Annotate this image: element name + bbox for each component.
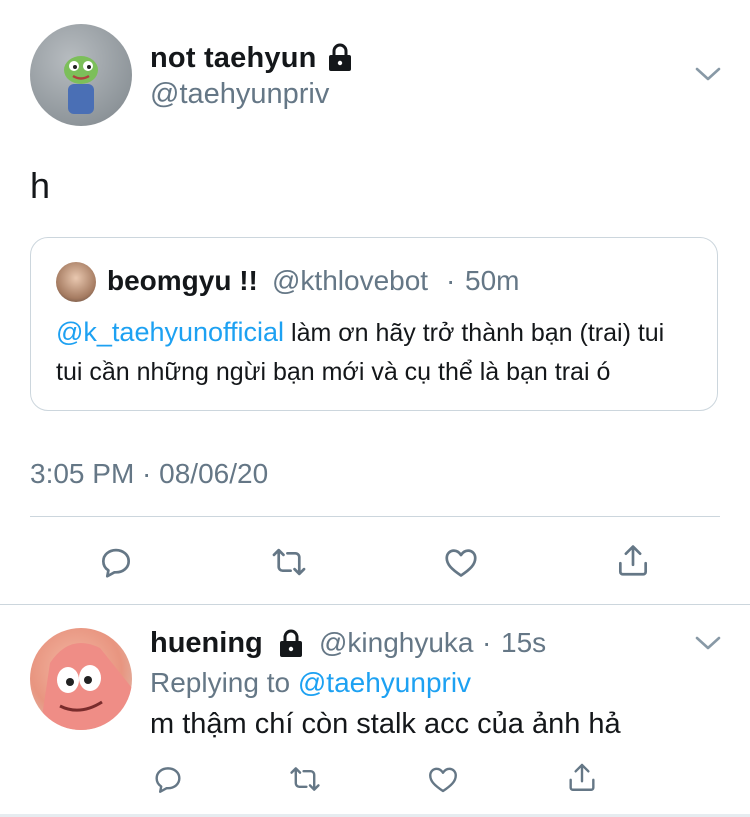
share-icon[interactable] bbox=[614, 541, 652, 579]
quoted-author-name[interactable]: beomgyu !! bbox=[107, 265, 258, 297]
reply-author-avatar[interactable] bbox=[30, 628, 132, 730]
replying-prefix: Replying to bbox=[150, 667, 298, 698]
reply-icon[interactable] bbox=[97, 543, 135, 581]
lock-icon bbox=[327, 42, 353, 72]
quoted-mention-link[interactable]: @k_taehyunofficial bbox=[56, 317, 284, 347]
quoted-time: 50m bbox=[465, 265, 520, 296]
lock-icon bbox=[278, 628, 304, 658]
quoted-author-avatar[interactable] bbox=[56, 262, 96, 302]
replying-to-line: Replying to @taehyunpriv bbox=[150, 667, 471, 699]
reply-author-name[interactable]: huening bbox=[150, 627, 263, 660]
author-avatar[interactable] bbox=[30, 24, 132, 126]
reply-icon[interactable] bbox=[151, 762, 185, 796]
author-name[interactable]: not taehyun bbox=[150, 42, 317, 75]
quoted-text-rest: làm ơn hãy trở thành bạn (trai) tui bbox=[284, 319, 665, 347]
like-icon[interactable] bbox=[426, 762, 460, 796]
reply-time: 15s bbox=[501, 627, 547, 658]
divider bbox=[30, 516, 720, 517]
tweet-text: h bbox=[30, 165, 51, 206]
replying-mention-link[interactable]: @taehyunpriv bbox=[298, 667, 471, 698]
reply-author-handle[interactable]: @kinghyuka bbox=[319, 627, 474, 659]
quoted-text-line-1: @k_taehyunofficial làm ơn hãy trở thành … bbox=[56, 317, 664, 348]
share-icon[interactable] bbox=[565, 760, 599, 794]
dot-separator: · bbox=[446, 265, 456, 296]
retweet-icon[interactable] bbox=[270, 543, 308, 581]
retweet-icon[interactable] bbox=[288, 762, 322, 796]
reply-text: m thậm chí còn stalk acc của ảnh hả bbox=[150, 708, 621, 740]
quoted-text-line-2: tui cần những ngừi bạn mới và cụ thể là … bbox=[56, 358, 611, 386]
like-icon[interactable] bbox=[442, 543, 480, 581]
tweet-timestamp[interactable]: 3:05 PM · 08/06/20 bbox=[30, 458, 268, 490]
chevron-down-icon[interactable] bbox=[694, 64, 722, 84]
author-handle[interactable]: @taehyunpriv bbox=[150, 78, 329, 111]
chevron-down-icon[interactable] bbox=[694, 633, 722, 653]
dot-separator: · bbox=[482, 627, 492, 658]
quoted-author-handle[interactable]: @kthlovebot bbox=[272, 265, 428, 297]
divider bbox=[0, 604, 750, 605]
